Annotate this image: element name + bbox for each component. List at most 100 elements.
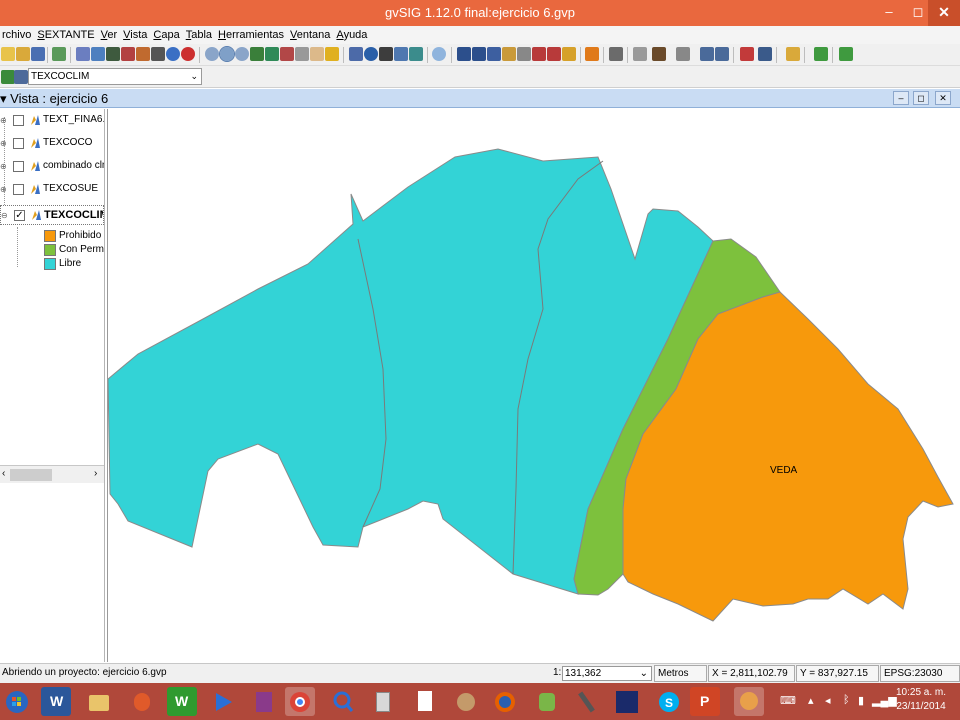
active-layer-select[interactable]: TEXCOCLIM ⌄ (28, 68, 202, 85)
zoom-back-icon[interactable] (295, 47, 309, 61)
tool-icon[interactable] (652, 47, 666, 61)
tool-icon[interactable] (432, 47, 446, 61)
collapse-icon[interactable]: ⊖ (1, 211, 8, 220)
app-icon[interactable] (127, 687, 157, 716)
zoom-icon[interactable] (235, 47, 249, 61)
menu-ayuda[interactable]: Ayuda (334, 29, 369, 41)
webroot-icon[interactable]: W (167, 687, 197, 716)
save-icon[interactable] (31, 47, 45, 61)
scroll-left-icon[interactable]: ‹ (2, 468, 5, 479)
dbase-icon[interactable] (612, 687, 642, 716)
tool-icon[interactable] (758, 47, 772, 61)
select-icon[interactable] (562, 47, 576, 61)
select-icon[interactable] (472, 47, 486, 61)
toc-layer-texcoco[interactable]: ⊕ TEXCOCO (0, 134, 104, 154)
menu-ventana[interactable]: Ventana (288, 29, 332, 41)
start-button[interactable] (2, 687, 32, 716)
scroll-right-icon[interactable]: › (94, 468, 97, 479)
tool-icon[interactable] (839, 47, 853, 61)
select-icon[interactable] (487, 47, 501, 61)
select-icon[interactable] (502, 47, 516, 61)
file-explorer-icon[interactable] (84, 687, 114, 716)
map-canvas[interactable]: VEDA (107, 109, 960, 662)
expand-icon[interactable]: ⊕ (0, 185, 7, 194)
tool-icon[interactable] (379, 47, 393, 61)
select-icon[interactable] (517, 47, 531, 61)
tool-icon[interactable] (106, 47, 120, 61)
toc-layer-texcosue[interactable]: ⊕ TEXCOSUE (0, 180, 104, 200)
layer-checkbox[interactable] (13, 161, 24, 172)
tool-icon[interactable] (740, 47, 754, 61)
tool-icon[interactable] (715, 47, 729, 61)
zoom-out-icon[interactable] (219, 46, 235, 62)
taskbar-clock[interactable]: 10:25 a. m. 23/11/2014 (888, 686, 954, 714)
show-hidden-icons[interactable]: ▴ (808, 694, 814, 707)
toc-layer-combinado[interactable]: ⊕ combinado clm y (0, 157, 104, 177)
menu-ver[interactable]: Ver (99, 29, 120, 41)
volume-icon[interactable]: ◂ (825, 694, 831, 707)
layer-tool-icon[interactable] (1, 70, 15, 84)
layer-checkbox[interactable] (13, 115, 24, 126)
tool-icon[interactable] (633, 47, 647, 61)
bluetooth-icon[interactable]: ᛒ (843, 694, 850, 706)
tool-icon[interactable] (814, 47, 828, 61)
tool-icon[interactable] (609, 47, 623, 61)
keyboard-icon[interactable]: ⌨ (780, 694, 796, 707)
document-icon[interactable] (410, 687, 440, 716)
scale-combo[interactable]: 131,362 ⌄ (562, 666, 652, 681)
zoom-in-icon[interactable] (205, 47, 219, 61)
tool-icon[interactable] (409, 47, 423, 61)
zoom-select-icon[interactable] (280, 47, 294, 61)
locator-icon[interactable] (325, 47, 339, 61)
tool-icon[interactable] (76, 47, 90, 61)
battery-icon[interactable]: ▮ (858, 694, 864, 707)
powerpoint-icon[interactable]: P (690, 687, 720, 716)
firefox-icon[interactable] (490, 687, 520, 716)
table-icon[interactable] (14, 70, 28, 84)
expand-icon[interactable]: ⊕ (0, 162, 7, 171)
tool-icon[interactable] (676, 47, 690, 61)
open-icon[interactable] (16, 47, 30, 61)
winrar-icon[interactable] (249, 687, 279, 716)
menu-vista[interactable]: Vista (121, 29, 149, 41)
gimp-icon[interactable] (451, 687, 481, 716)
menu-archivo[interactable]: rchivo (0, 29, 33, 41)
zoom-layer-icon[interactable] (265, 47, 279, 61)
gvsig-taskbar-icon[interactable] (734, 687, 764, 716)
view-close-button[interactable]: ✕ (935, 91, 951, 105)
menu-sextante[interactable]: SEXTANTE (35, 29, 96, 41)
stop-icon[interactable] (181, 47, 195, 61)
tool-app-icon[interactable] (572, 687, 602, 716)
pan-icon[interactable] (310, 47, 324, 61)
tool-icon[interactable] (91, 47, 105, 61)
tool-icon[interactable] (151, 47, 165, 61)
minimize-button[interactable]: – (874, 0, 904, 26)
layer-checkbox[interactable] (13, 138, 24, 149)
select-icon[interactable] (457, 47, 471, 61)
tool-icon[interactable] (394, 47, 408, 61)
info-icon[interactable] (364, 47, 378, 61)
view-maximize-button[interactable]: ◻ (913, 91, 929, 105)
layer-checkbox[interactable] (13, 184, 24, 195)
full-extent-icon[interactable] (250, 47, 264, 61)
calculator-icon[interactable] (368, 687, 398, 716)
tool-icon[interactable] (786, 47, 800, 61)
qgis-icon[interactable] (532, 687, 562, 716)
view-minimize-button[interactable]: – (893, 91, 909, 105)
tool-icon[interactable] (700, 47, 714, 61)
skype-icon[interactable]: S (654, 687, 684, 716)
toc-layer-text-fina6[interactable]: ⊕ TEXT_FINA6.shp (0, 111, 104, 131)
help-icon[interactable] (166, 47, 180, 61)
tool-icon[interactable] (136, 47, 150, 61)
word-icon[interactable]: W (41, 687, 71, 716)
media-player-icon[interactable] (208, 687, 238, 716)
layer-checkbox-checked[interactable]: ✓ (14, 210, 25, 221)
filter-icon[interactable] (585, 47, 599, 61)
expand-icon[interactable]: ⊕ (0, 116, 7, 125)
menu-herramientas[interactable]: Herramientas (216, 29, 286, 41)
expand-icon[interactable]: ⊕ (0, 139, 7, 148)
close-button[interactable]: ✕ (928, 0, 960, 26)
add-layer-icon[interactable] (52, 47, 66, 61)
magnifier-icon[interactable] (328, 687, 358, 716)
toc-layer-texcoclim[interactable]: ⊖ ✓ TEXCOCLIM (0, 205, 104, 225)
